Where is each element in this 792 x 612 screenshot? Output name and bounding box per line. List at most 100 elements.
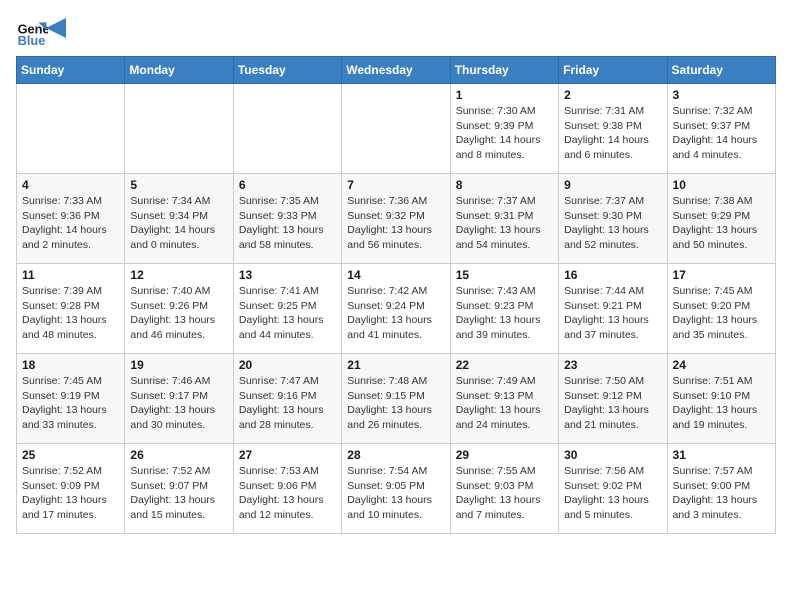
day-number: 28 bbox=[347, 448, 444, 462]
calendar-cell bbox=[342, 84, 450, 174]
calendar-cell: 7 Sunrise: 7:36 AMSunset: 9:32 PMDaylight… bbox=[342, 174, 450, 264]
day-number: 18 bbox=[22, 358, 119, 372]
day-number: 16 bbox=[564, 268, 661, 282]
day-number: 1 bbox=[456, 88, 553, 102]
day-info: Sunrise: 7:31 AMSunset: 9:38 PMDaylight:… bbox=[564, 104, 661, 163]
day-info: Sunrise: 7:45 AMSunset: 9:20 PMDaylight:… bbox=[673, 284, 770, 343]
weekday-header-row: SundayMondayTuesdayWednesdayThursdayFrid… bbox=[17, 57, 776, 84]
day-info: Sunrise: 7:30 AMSunset: 9:39 PMDaylight:… bbox=[456, 104, 553, 163]
logo-arrow-icon bbox=[46, 18, 66, 38]
weekday-header-wednesday: Wednesday bbox=[342, 57, 450, 84]
day-info: Sunrise: 7:57 AMSunset: 9:00 PMDaylight:… bbox=[673, 464, 770, 523]
day-info: Sunrise: 7:35 AMSunset: 9:33 PMDaylight:… bbox=[239, 194, 336, 253]
calendar-cell bbox=[233, 84, 341, 174]
day-info: Sunrise: 7:55 AMSunset: 9:03 PMDaylight:… bbox=[456, 464, 553, 523]
calendar-cell: 5 Sunrise: 7:34 AMSunset: 9:34 PMDaylight… bbox=[125, 174, 233, 264]
day-info: Sunrise: 7:54 AMSunset: 9:05 PMDaylight:… bbox=[347, 464, 444, 523]
day-info: Sunrise: 7:37 AMSunset: 9:31 PMDaylight:… bbox=[456, 194, 553, 253]
day-info: Sunrise: 7:32 AMSunset: 9:37 PMDaylight:… bbox=[673, 104, 770, 163]
calendar-cell: 9 Sunrise: 7:37 AMSunset: 9:30 PMDaylight… bbox=[559, 174, 667, 264]
day-info: Sunrise: 7:48 AMSunset: 9:15 PMDaylight:… bbox=[347, 374, 444, 433]
day-number: 7 bbox=[347, 178, 444, 192]
calendar-cell bbox=[125, 84, 233, 174]
calendar-week-1: 1 Sunrise: 7:30 AMSunset: 9:39 PMDaylight… bbox=[17, 84, 776, 174]
day-number: 8 bbox=[456, 178, 553, 192]
day-number: 6 bbox=[239, 178, 336, 192]
day-info: Sunrise: 7:53 AMSunset: 9:06 PMDaylight:… bbox=[239, 464, 336, 523]
day-number: 27 bbox=[239, 448, 336, 462]
calendar-cell: 29 Sunrise: 7:55 AMSunset: 9:03 PMDayligh… bbox=[450, 444, 558, 534]
calendar-week-2: 4Sunrise: 7:33 AMSunset: 9:36 PMDaylight… bbox=[17, 174, 776, 264]
calendar-week-4: 18Sunrise: 7:45 AMSunset: 9:19 PMDayligh… bbox=[17, 354, 776, 444]
calendar-cell: 24 Sunrise: 7:51 AMSunset: 9:10 PMDayligh… bbox=[667, 354, 775, 444]
day-info: Sunrise: 7:52 AMSunset: 9:09 PMDaylight:… bbox=[22, 464, 119, 523]
day-number: 23 bbox=[564, 358, 661, 372]
day-number: 9 bbox=[564, 178, 661, 192]
calendar-cell: 8 Sunrise: 7:37 AMSunset: 9:31 PMDaylight… bbox=[450, 174, 558, 264]
day-info: Sunrise: 7:36 AMSunset: 9:32 PMDaylight:… bbox=[347, 194, 444, 253]
calendar-cell: 30 Sunrise: 7:56 AMSunset: 9:02 PMDayligh… bbox=[559, 444, 667, 534]
day-info: Sunrise: 7:34 AMSunset: 9:34 PMDaylight:… bbox=[130, 194, 227, 253]
calendar-cell: 17 Sunrise: 7:45 AMSunset: 9:20 PMDayligh… bbox=[667, 264, 775, 354]
day-number: 25 bbox=[22, 448, 119, 462]
calendar-cell: 10Sunrise: 7:38 AMSunset: 9:29 PMDayligh… bbox=[667, 174, 775, 264]
calendar-cell: 11 Sunrise: 7:39 AMSunset: 9:28 PMDayligh… bbox=[17, 264, 125, 354]
weekday-header-sunday: Sunday bbox=[17, 57, 125, 84]
day-info: Sunrise: 7:40 AMSunset: 9:26 PMDaylight:… bbox=[130, 284, 227, 343]
calendar-week-3: 11 Sunrise: 7:39 AMSunset: 9:28 PMDayligh… bbox=[17, 264, 776, 354]
day-number: 14 bbox=[347, 268, 444, 282]
calendar-cell: 12Sunrise: 7:40 AMSunset: 9:26 PMDayligh… bbox=[125, 264, 233, 354]
day-info: Sunrise: 7:52 AMSunset: 9:07 PMDaylight:… bbox=[130, 464, 227, 523]
calendar-cell: 13 Sunrise: 7:41 AMSunset: 9:25 PMDayligh… bbox=[233, 264, 341, 354]
day-info: Sunrise: 7:46 AMSunset: 9:17 PMDaylight:… bbox=[130, 374, 227, 433]
day-info: Sunrise: 7:37 AMSunset: 9:30 PMDaylight:… bbox=[564, 194, 661, 253]
svg-text:Blue: Blue bbox=[18, 33, 46, 48]
day-number: 4 bbox=[22, 178, 119, 192]
day-info: Sunrise: 7:42 AMSunset: 9:24 PMDaylight:… bbox=[347, 284, 444, 343]
day-number: 29 bbox=[456, 448, 553, 462]
day-number: 22 bbox=[456, 358, 553, 372]
calendar-cell: 4Sunrise: 7:33 AMSunset: 9:36 PMDaylight… bbox=[17, 174, 125, 264]
calendar-table: SundayMondayTuesdayWednesdayThursdayFrid… bbox=[16, 56, 776, 534]
calendar-cell: 28 Sunrise: 7:54 AMSunset: 9:05 PMDayligh… bbox=[342, 444, 450, 534]
calendar-cell: 1 Sunrise: 7:30 AMSunset: 9:39 PMDaylight… bbox=[450, 84, 558, 174]
day-number: 5 bbox=[130, 178, 227, 192]
day-info: Sunrise: 7:56 AMSunset: 9:02 PMDaylight:… bbox=[564, 464, 661, 523]
day-info: Sunrise: 7:38 AMSunset: 9:29 PMDaylight:… bbox=[673, 194, 770, 253]
day-number: 13 bbox=[239, 268, 336, 282]
day-number: 20 bbox=[239, 358, 336, 372]
day-info: Sunrise: 7:50 AMSunset: 9:12 PMDaylight:… bbox=[564, 374, 661, 433]
day-info: Sunrise: 7:51 AMSunset: 9:10 PMDaylight:… bbox=[673, 374, 770, 433]
calendar-cell: 3 Sunrise: 7:32 AMSunset: 9:37 PMDaylight… bbox=[667, 84, 775, 174]
day-number: 24 bbox=[673, 358, 770, 372]
calendar-cell: 19 Sunrise: 7:46 AMSunset: 9:17 PMDayligh… bbox=[125, 354, 233, 444]
day-number: 30 bbox=[564, 448, 661, 462]
calendar-cell: 21 Sunrise: 7:48 AMSunset: 9:15 PMDayligh… bbox=[342, 354, 450, 444]
logo-icon: General Blue bbox=[16, 16, 48, 48]
calendar-cell: 22Sunrise: 7:49 AMSunset: 9:13 PMDayligh… bbox=[450, 354, 558, 444]
calendar-cell: 16Sunrise: 7:44 AMSunset: 9:21 PMDayligh… bbox=[559, 264, 667, 354]
page-header: General Blue bbox=[16, 16, 776, 48]
calendar-cell: 31 Sunrise: 7:57 AMSunset: 9:00 PMDayligh… bbox=[667, 444, 775, 534]
day-number: 3 bbox=[673, 88, 770, 102]
logo: General Blue bbox=[16, 16, 66, 48]
day-number: 31 bbox=[673, 448, 770, 462]
weekday-header-thursday: Thursday bbox=[450, 57, 558, 84]
day-number: 19 bbox=[130, 358, 227, 372]
day-info: Sunrise: 7:39 AMSunset: 9:28 PMDaylight:… bbox=[22, 284, 119, 343]
day-number: 11 bbox=[22, 268, 119, 282]
day-number: 17 bbox=[673, 268, 770, 282]
calendar-cell: 23 Sunrise: 7:50 AMSunset: 9:12 PMDayligh… bbox=[559, 354, 667, 444]
calendar-cell: 27 Sunrise: 7:53 AMSunset: 9:06 PMDayligh… bbox=[233, 444, 341, 534]
day-number: 21 bbox=[347, 358, 444, 372]
day-info: Sunrise: 7:47 AMSunset: 9:16 PMDaylight:… bbox=[239, 374, 336, 433]
calendar-cell: 20 Sunrise: 7:47 AMSunset: 9:16 PMDayligh… bbox=[233, 354, 341, 444]
day-number: 15 bbox=[456, 268, 553, 282]
calendar-cell: 14 Sunrise: 7:42 AMSunset: 9:24 PMDayligh… bbox=[342, 264, 450, 354]
calendar-week-5: 25 Sunrise: 7:52 AMSunset: 9:09 PMDayligh… bbox=[17, 444, 776, 534]
day-info: Sunrise: 7:43 AMSunset: 9:23 PMDaylight:… bbox=[456, 284, 553, 343]
day-number: 2 bbox=[564, 88, 661, 102]
calendar-cell: 18Sunrise: 7:45 AMSunset: 9:19 PMDayligh… bbox=[17, 354, 125, 444]
calendar-cell: 2 Sunrise: 7:31 AMSunset: 9:38 PMDaylight… bbox=[559, 84, 667, 174]
day-info: Sunrise: 7:41 AMSunset: 9:25 PMDaylight:… bbox=[239, 284, 336, 343]
